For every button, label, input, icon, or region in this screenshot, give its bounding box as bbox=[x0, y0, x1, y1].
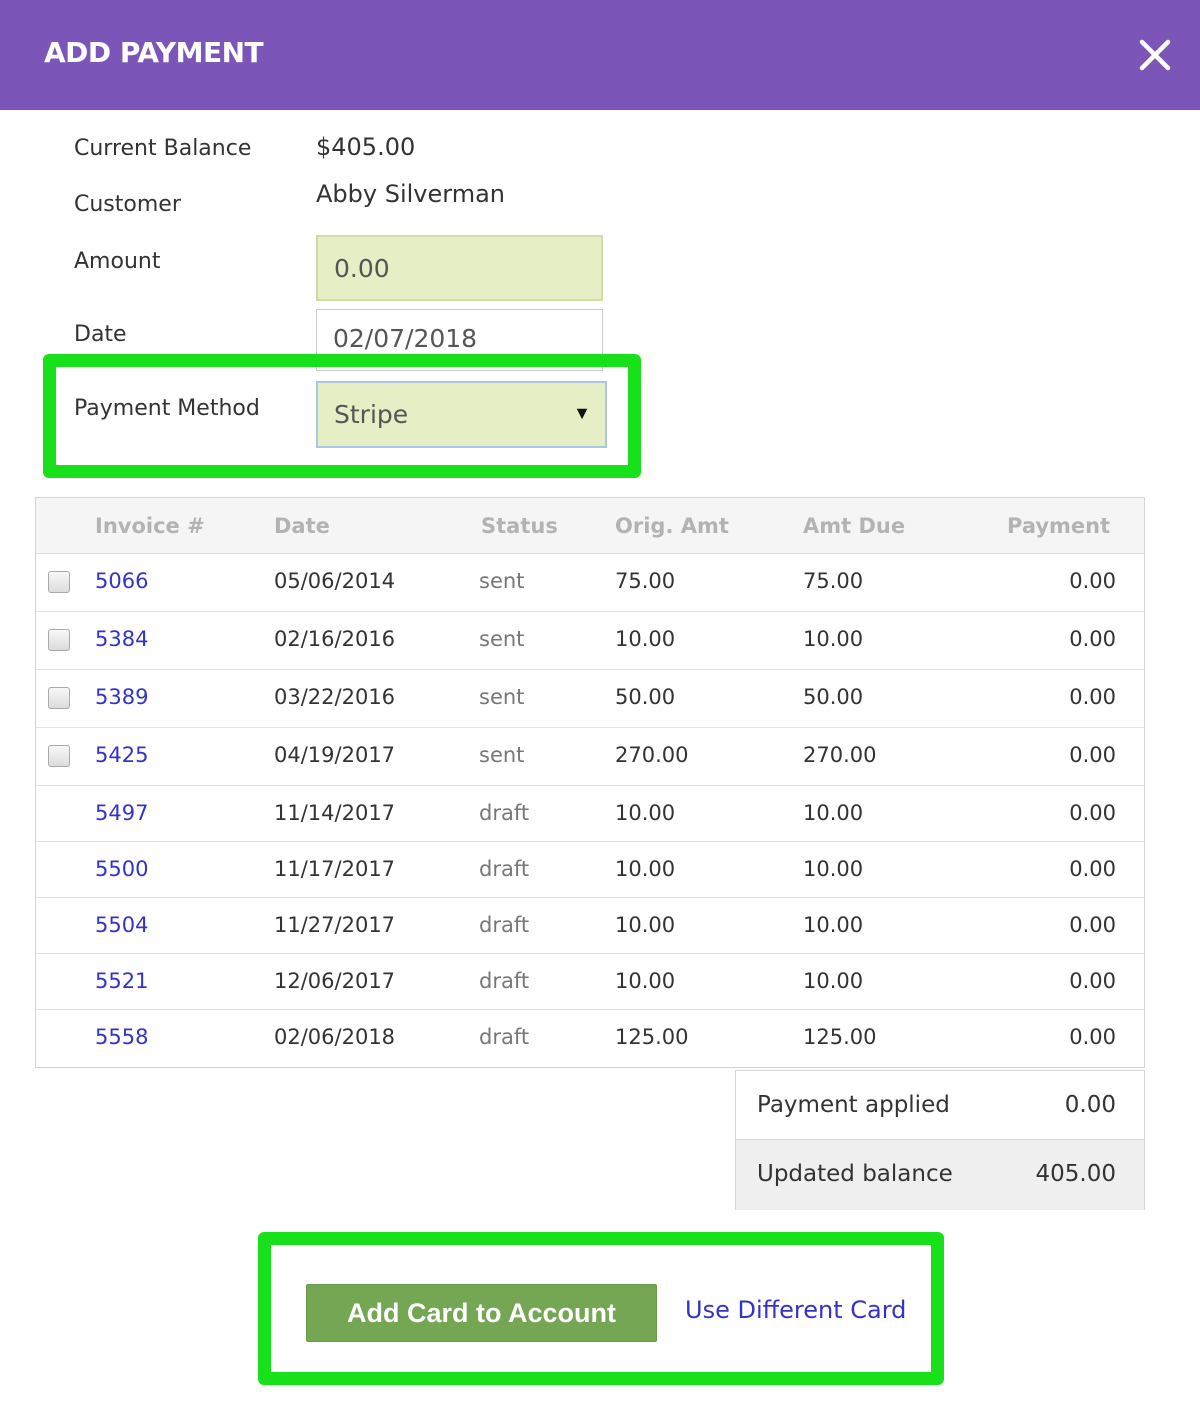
orig-amt: 125.00 bbox=[615, 1025, 689, 1049]
customer-label: Customer bbox=[74, 192, 181, 217]
payment-amount[interactable]: 0.00 bbox=[1069, 685, 1116, 709]
invoice-link[interactable]: 5521 bbox=[95, 969, 148, 993]
payment-amount[interactable]: 0.00 bbox=[1069, 857, 1116, 881]
invoice-link[interactable]: 5384 bbox=[95, 627, 148, 651]
add-card-to-account-button[interactable]: Add Card to Account bbox=[306, 1284, 657, 1342]
payment-applied-label: Payment applied bbox=[757, 1092, 950, 1118]
payment-amount[interactable]: 0.00 bbox=[1069, 627, 1116, 651]
table-row: 5558 02/06/2018 draft 125.00 125.00 0.00 bbox=[36, 1010, 1144, 1067]
invoice-date: 04/19/2017 bbox=[274, 743, 396, 767]
invoice-link[interactable]: 5389 bbox=[95, 685, 148, 709]
amt-due: 75.00 bbox=[803, 569, 864, 593]
caret-down-icon: ▼ bbox=[573, 403, 591, 423]
invoice-status: sent bbox=[479, 685, 525, 709]
column-header-payment: Payment bbox=[1007, 514, 1111, 538]
invoice-status: draft bbox=[479, 913, 530, 937]
invoice-link[interactable]: 5558 bbox=[95, 1025, 148, 1049]
table-row: 5504 11/27/2017 draft 10.00 10.00 0.00 bbox=[36, 898, 1144, 954]
payment-amount[interactable]: 0.00 bbox=[1069, 743, 1116, 767]
invoice-status: draft bbox=[479, 969, 530, 993]
updated-balance-label: Updated balance bbox=[757, 1161, 953, 1187]
orig-amt: 10.00 bbox=[615, 627, 676, 651]
amt-due: 10.00 bbox=[803, 627, 864, 651]
date-label: Date bbox=[74, 322, 127, 347]
invoice-date: 02/16/2016 bbox=[274, 627, 396, 651]
invoice-status: sent bbox=[479, 569, 525, 593]
modal-title: ADD PAYMENT bbox=[44, 36, 264, 69]
payment-summary: Payment applied 0.00 Updated balance 405… bbox=[735, 1070, 1145, 1210]
row-checkbox[interactable] bbox=[48, 745, 70, 767]
amount-input[interactable] bbox=[316, 235, 603, 301]
invoice-link[interactable]: 5504 bbox=[95, 913, 148, 937]
table-row: 5500 11/17/2017 draft 10.00 10.00 0.00 bbox=[36, 842, 1144, 898]
invoice-link[interactable]: 5066 bbox=[95, 569, 148, 593]
column-header-amt-due: Amt Due bbox=[803, 514, 906, 538]
orig-amt: 270.00 bbox=[615, 743, 689, 767]
invoice-date: 11/14/2017 bbox=[274, 801, 396, 825]
payment-amount[interactable]: 0.00 bbox=[1069, 801, 1116, 825]
column-header-invoice: Invoice # bbox=[95, 514, 205, 538]
payment-amount[interactable]: 0.00 bbox=[1069, 969, 1116, 993]
orig-amt: 10.00 bbox=[615, 857, 676, 881]
amt-due: 10.00 bbox=[803, 913, 864, 937]
table-row: 5066 05/06/2014 sent 75.00 75.00 0.00 bbox=[36, 554, 1144, 612]
amt-due: 10.00 bbox=[803, 969, 864, 993]
orig-amt: 10.00 bbox=[615, 969, 676, 993]
current-balance-label: Current Balance bbox=[74, 136, 252, 161]
invoice-link[interactable]: 5425 bbox=[95, 743, 148, 767]
row-checkbox[interactable] bbox=[48, 629, 70, 651]
column-header-orig-amt: Orig. Amt bbox=[615, 514, 729, 538]
amt-due: 10.00 bbox=[803, 801, 864, 825]
invoice-status: draft bbox=[479, 1025, 530, 1049]
amt-due: 10.00 bbox=[803, 857, 864, 881]
payment-applied-row: Payment applied 0.00 bbox=[736, 1071, 1144, 1140]
orig-amt: 10.00 bbox=[615, 801, 676, 825]
table-row: 5384 02/16/2016 sent 10.00 10.00 0.00 bbox=[36, 612, 1144, 670]
modal-header: ADD PAYMENT bbox=[0, 0, 1200, 110]
payment-amount[interactable]: 0.00 bbox=[1069, 1025, 1116, 1049]
column-header-date: Date bbox=[274, 514, 330, 538]
amt-due: 270.00 bbox=[803, 743, 877, 767]
invoice-date: 05/06/2014 bbox=[274, 569, 396, 593]
invoice-date: 11/27/2017 bbox=[274, 913, 396, 937]
amt-due: 125.00 bbox=[803, 1025, 877, 1049]
orig-amt: 10.00 bbox=[615, 913, 676, 937]
invoice-status: sent bbox=[479, 627, 525, 651]
invoice-status: draft bbox=[479, 857, 530, 881]
invoice-date: 02/06/2018 bbox=[274, 1025, 396, 1049]
invoice-link[interactable]: 5500 bbox=[95, 857, 148, 881]
column-header-status: Status bbox=[481, 514, 558, 538]
invoice-status: sent bbox=[479, 743, 525, 767]
invoice-link[interactable]: 5497 bbox=[95, 801, 148, 825]
amt-due: 50.00 bbox=[803, 685, 864, 709]
row-checkbox[interactable] bbox=[48, 687, 70, 709]
payment-method-select[interactable]: Stripe ▼ bbox=[316, 381, 607, 448]
updated-balance-value: 405.00 bbox=[1035, 1161, 1116, 1187]
updated-balance-row: Updated balance 405.00 bbox=[736, 1140, 1144, 1210]
orig-amt: 75.00 bbox=[615, 569, 676, 593]
invoice-date: 11/17/2017 bbox=[274, 857, 396, 881]
invoice-date: 12/06/2017 bbox=[274, 969, 396, 993]
payment-method-value: Stripe bbox=[334, 400, 409, 429]
orig-amt: 50.00 bbox=[615, 685, 676, 709]
invoice-date: 03/22/2016 bbox=[274, 685, 396, 709]
payment-amount[interactable]: 0.00 bbox=[1069, 913, 1116, 937]
payment-applied-value: 0.00 bbox=[1064, 1092, 1116, 1118]
customer-value: Abby Silverman bbox=[316, 180, 505, 208]
payment-method-label: Payment Method bbox=[74, 396, 260, 421]
payment-amount[interactable]: 0.00 bbox=[1069, 569, 1116, 593]
table-row: 5425 04/19/2017 sent 270.00 270.00 0.00 bbox=[36, 728, 1144, 786]
amount-label: Amount bbox=[74, 249, 161, 274]
table-row: 5389 03/22/2016 sent 50.00 50.00 0.00 bbox=[36, 670, 1144, 728]
table-row: 5497 11/14/2017 draft 10.00 10.00 0.00 bbox=[36, 786, 1144, 842]
invoice-status: draft bbox=[479, 801, 530, 825]
table-header: Invoice # Date Status Orig. Amt Amt Due … bbox=[36, 498, 1144, 554]
invoice-table: Invoice # Date Status Orig. Amt Amt Due … bbox=[35, 497, 1145, 1068]
table-row: 5521 12/06/2017 draft 10.00 10.00 0.00 bbox=[36, 954, 1144, 1010]
current-balance-value: $405.00 bbox=[316, 133, 416, 161]
use-different-card-link[interactable]: Use Different Card bbox=[685, 1296, 906, 1324]
close-button[interactable] bbox=[1134, 34, 1176, 76]
close-icon[interactable] bbox=[1134, 34, 1176, 76]
row-checkbox[interactable] bbox=[48, 571, 70, 593]
